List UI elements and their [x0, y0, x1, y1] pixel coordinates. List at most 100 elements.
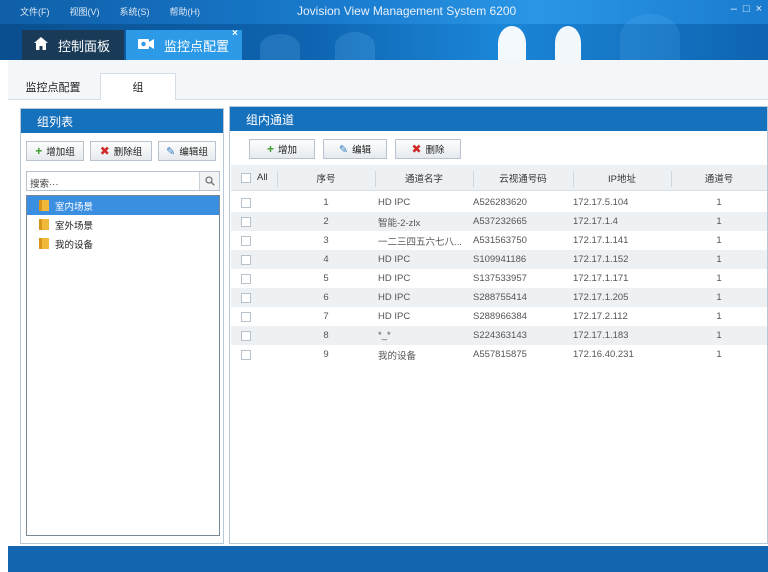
cell-ip: 172.17.5.104	[573, 197, 629, 208]
row-checkbox[interactable]	[241, 197, 251, 208]
cell-ip: 172.17.1.4	[573, 216, 618, 227]
delete-channel-button[interactable]: ✖ 删除	[395, 139, 461, 159]
table-row[interactable]: 4 HD IPC S109941186 172.17.1.152 1	[231, 250, 767, 269]
group-tree: 室内场景 室外场景 我的设备	[26, 195, 220, 536]
cell-channel-no: 1	[716, 216, 722, 227]
table-row[interactable]: 5 HD IPC S137533957 172.17.1.171 1	[231, 269, 767, 288]
menu-bar: 文件(F) 视图(V) 系统(S) 帮助(H)	[20, 5, 200, 18]
table-row[interactable]: 2 智能-2-zlx A537232665 172.17.1.4 1	[231, 212, 767, 231]
row-select[interactable]	[231, 292, 277, 303]
menu-view[interactable]: 视图(V)	[70, 5, 100, 18]
tab-control-panel[interactable]: 控制面板	[22, 30, 124, 60]
cell-ip: 172.17.1.152	[573, 254, 629, 265]
search-icon[interactable]	[199, 172, 219, 190]
delete-icon: ✖	[99, 144, 110, 158]
pencil-icon: ✎	[338, 143, 349, 156]
cell-channel-no: 1	[716, 292, 722, 303]
table-header: All 序号 通道名字 云视通号码 IP地址 通道号	[231, 165, 767, 191]
cell-channel-no: 1	[716, 349, 722, 360]
delete-group-button[interactable]: ✖ 删除组	[90, 141, 152, 161]
select-all[interactable]: All	[231, 172, 277, 183]
cell-index: 3	[323, 235, 329, 246]
row-select[interactable]	[231, 273, 277, 284]
column-ip[interactable]: IP地址	[573, 171, 671, 185]
cell-cloud-id: A531563750	[473, 235, 527, 246]
camera-icon	[138, 38, 154, 53]
row-checkbox[interactable]	[241, 330, 251, 341]
cell-ip: 172.17.1.171	[573, 273, 629, 284]
table-row[interactable]: 1 HD IPC A526283620 172.17.5.104 1	[231, 193, 767, 212]
cell-channel-no: 1	[716, 197, 722, 208]
cell-channel-name: 我的设备	[378, 350, 417, 362]
row-checkbox[interactable]	[241, 292, 251, 303]
minimize-button[interactable]: –	[731, 3, 737, 15]
cell-cloud-id: S109941186	[473, 254, 527, 265]
row-select[interactable]	[231, 254, 277, 265]
table-row[interactable]: 9 我的设备 A557815875 172.16.40.231 1	[231, 345, 767, 364]
column-all: All	[257, 172, 268, 183]
table-row[interactable]: 6 HD IPC S288755414 172.17.1.205 1	[231, 288, 767, 307]
close-window-button[interactable]: ×	[756, 3, 762, 15]
column-divider	[573, 171, 574, 187]
column-channel-name[interactable]: 通道名字	[375, 171, 473, 185]
close-tab-icon[interactable]: ×	[232, 28, 238, 39]
row-checkbox[interactable]	[241, 311, 251, 322]
tree-item-indoor[interactable]: 室内场景	[27, 196, 219, 215]
maximize-button[interactable]: □	[743, 3, 750, 15]
table-row[interactable]: 8 *_* S224363143 172.17.1.183 1	[231, 326, 767, 345]
tree-item-outdoor[interactable]: 室外场景	[27, 215, 219, 234]
column-index[interactable]: 序号	[277, 171, 375, 185]
table-row[interactable]: 7 HD IPC S288966384 172.17.2.112 1	[231, 307, 767, 326]
column-cloud-id[interactable]: 云视通号码	[473, 171, 573, 185]
tab-monitor-config[interactable]: 监控点配置	[126, 30, 242, 60]
column-divider	[671, 171, 672, 187]
table-row[interactable]: 3 一二三四五六七八... A531563750 172.17.1.141 1	[231, 231, 767, 250]
add-group-label: 增加组	[46, 147, 75, 158]
pencil-icon: ✎	[166, 145, 176, 158]
add-channel-button[interactable]: + 增加	[249, 139, 315, 159]
row-checkbox[interactable]	[241, 235, 251, 246]
folder-icon	[39, 238, 49, 249]
cell-cloud-id: A557815875	[473, 349, 527, 360]
select-all-checkbox[interactable]	[241, 172, 251, 183]
row-checkbox[interactable]	[241, 254, 251, 265]
tab-monitor-config-label: 监控点配置	[164, 38, 230, 54]
tree-item-my-devices[interactable]: 我的设备	[27, 234, 219, 253]
decor-shape	[260, 34, 300, 60]
row-select[interactable]	[231, 235, 277, 246]
group-search-input[interactable]: 搜索···	[26, 171, 220, 191]
row-checkbox[interactable]	[241, 216, 251, 227]
cell-ip: 172.17.1.183	[573, 330, 629, 341]
cell-channel-name: HD IPC	[378, 273, 411, 284]
row-checkbox[interactable]	[241, 273, 251, 284]
group-list-title: 组列表	[21, 109, 223, 133]
add-channel-label: 增加	[278, 145, 298, 156]
cell-index: 2	[323, 216, 329, 227]
cell-ip: 172.17.2.112	[573, 311, 628, 322]
menu-help[interactable]: 帮助(H)	[170, 5, 201, 18]
tab-monitor-point-config[interactable]: 监控点配置	[18, 73, 88, 100]
row-select[interactable]	[231, 330, 277, 341]
column-channel-no[interactable]: 通道号	[671, 171, 767, 185]
row-select[interactable]	[231, 311, 277, 322]
decor-shape	[555, 26, 581, 60]
cell-channel-name: *_*	[378, 330, 391, 341]
status-bar	[8, 546, 768, 572]
cell-channel-name: HD IPC	[378, 254, 411, 265]
row-select[interactable]	[231, 197, 277, 208]
tab-group[interactable]: 组	[100, 73, 176, 100]
menu-system[interactable]: 系统(S)	[120, 5, 150, 18]
cell-channel-name: HD IPC	[378, 311, 411, 322]
column-divider	[473, 171, 474, 187]
row-checkbox[interactable]	[241, 349, 251, 360]
window-controls: – □ ×	[731, 3, 762, 15]
row-select[interactable]	[231, 216, 277, 227]
tree-item-label: 室内场景	[55, 201, 94, 213]
edit-channel-button[interactable]: ✎ 编辑	[323, 139, 387, 159]
plus-icon: +	[35, 144, 43, 158]
delete-group-label: 删除组	[113, 147, 143, 158]
row-select[interactable]	[231, 349, 277, 360]
menu-file[interactable]: 文件(F)	[20, 5, 50, 18]
add-group-button[interactable]: + 增加组	[26, 141, 84, 161]
edit-group-button[interactable]: ✎ 编辑组	[158, 141, 216, 161]
